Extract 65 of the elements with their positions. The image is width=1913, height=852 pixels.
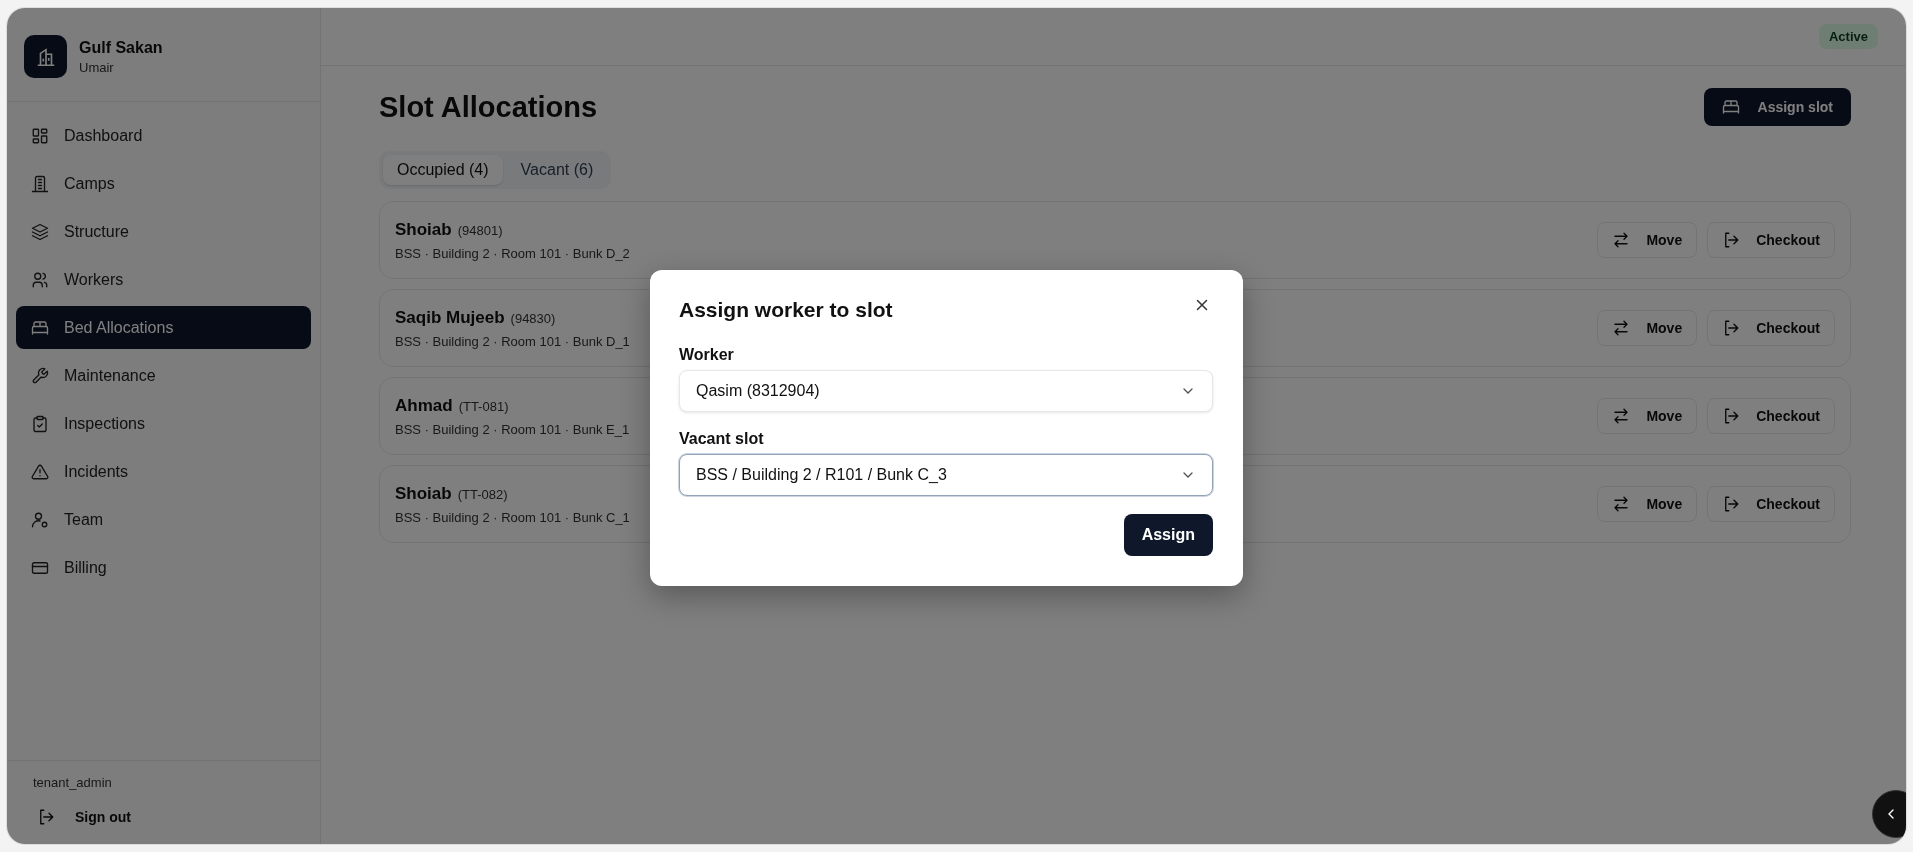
worker-name: Saqib Mujeeb xyxy=(395,307,505,328)
field-label: Worker xyxy=(679,346,735,364)
worker-code: (94830) xyxy=(510,310,556,326)
slot-location: BSS · Building 2 · Room 101 · Bunk D_1 xyxy=(395,333,630,349)
bed-icon xyxy=(1721,98,1740,116)
brand-name: Gulf Sakan xyxy=(79,38,163,57)
swap-arrows-icon xyxy=(1612,319,1631,337)
slot-location: BSS · Building 2 · Room 101 · Bunk E_1 xyxy=(395,421,630,437)
checkout-button[interactable]: Checkout xyxy=(1707,486,1835,522)
clipboard-icon xyxy=(31,414,49,433)
worker-name: Ahmad xyxy=(395,395,453,416)
worker-code: (94801) xyxy=(457,222,503,238)
move-button[interactable]: Move xyxy=(1597,310,1698,346)
nav-item[interactable]: Camps xyxy=(16,162,311,205)
status-badge: Active xyxy=(1818,24,1878,49)
exit-icon xyxy=(1722,495,1741,513)
nav-item[interactable]: Dashboard xyxy=(16,114,311,157)
worker-name: Shoiab xyxy=(395,219,452,240)
exit-icon xyxy=(1722,407,1741,425)
move-button[interactable]: Move xyxy=(1597,486,1698,522)
bed-icon xyxy=(31,318,49,337)
collapse-button[interactable] xyxy=(1872,790,1906,838)
nav-item[interactable]: Maintenance xyxy=(16,354,311,397)
move-button[interactable]: Move xyxy=(1597,398,1698,434)
users-icon xyxy=(31,270,49,289)
nav-item[interactable]: Workers xyxy=(16,258,311,301)
select-field[interactable]: Qasim (8312904) xyxy=(679,370,1213,412)
grid-icon xyxy=(31,126,49,145)
swap-arrows-icon xyxy=(1612,407,1631,425)
nav-item[interactable]: Bed Allocations xyxy=(16,306,311,349)
nav-item[interactable]: Structure xyxy=(16,210,311,253)
slot-location: BSS · Building 2 · Room 101 · Bunk D_2 xyxy=(395,245,630,261)
assign-button[interactable]: Assign xyxy=(1123,514,1213,556)
tab[interactable]: Occupied (4) xyxy=(383,155,503,185)
checkout-button[interactable]: Checkout xyxy=(1707,310,1835,346)
warning-icon xyxy=(31,462,49,481)
nav-item[interactable]: Team xyxy=(16,498,311,541)
sign-out-button[interactable]: Sign out xyxy=(27,802,141,832)
worker-code: (TT-082) xyxy=(457,486,508,502)
user-role: tenant_admin xyxy=(33,775,113,790)
field-label: Vacant slot xyxy=(679,430,765,448)
nav-item[interactable]: Inspections xyxy=(16,402,311,445)
wrench-icon xyxy=(31,366,49,385)
exit-icon xyxy=(1722,319,1741,337)
assign-slot-button[interactable]: Assign slot xyxy=(1703,88,1851,126)
worker-code: (TT-081) xyxy=(458,398,509,414)
checkout-button[interactable]: Checkout xyxy=(1707,222,1835,258)
building-icon xyxy=(31,174,49,193)
dialog-title: Assign worker to slot xyxy=(679,297,893,322)
checkout-button[interactable]: Checkout xyxy=(1707,398,1835,434)
worker-name: Shoiab xyxy=(395,483,452,504)
logo-icon xyxy=(24,35,67,78)
nav-item[interactable]: Incidents xyxy=(16,450,311,493)
user-name: Umair xyxy=(79,59,115,75)
swap-arrows-icon xyxy=(1612,495,1631,513)
sign-out-icon xyxy=(37,808,55,826)
move-button[interactable]: Move xyxy=(1597,222,1698,258)
swap-arrows-icon xyxy=(1612,231,1631,249)
exit-icon xyxy=(1722,231,1741,249)
tab[interactable]: Vacant (6) xyxy=(506,155,608,185)
nav-item[interactable]: Billing xyxy=(16,546,311,589)
page-title: Slot Allocations xyxy=(379,90,598,124)
slot-location: BSS · Building 2 · Room 101 · Bunk C_1 xyxy=(395,509,630,525)
layers-icon xyxy=(31,222,49,241)
select-field[interactable]: BSS / Building 2 / R101 / Bunk C_3 xyxy=(679,454,1213,496)
